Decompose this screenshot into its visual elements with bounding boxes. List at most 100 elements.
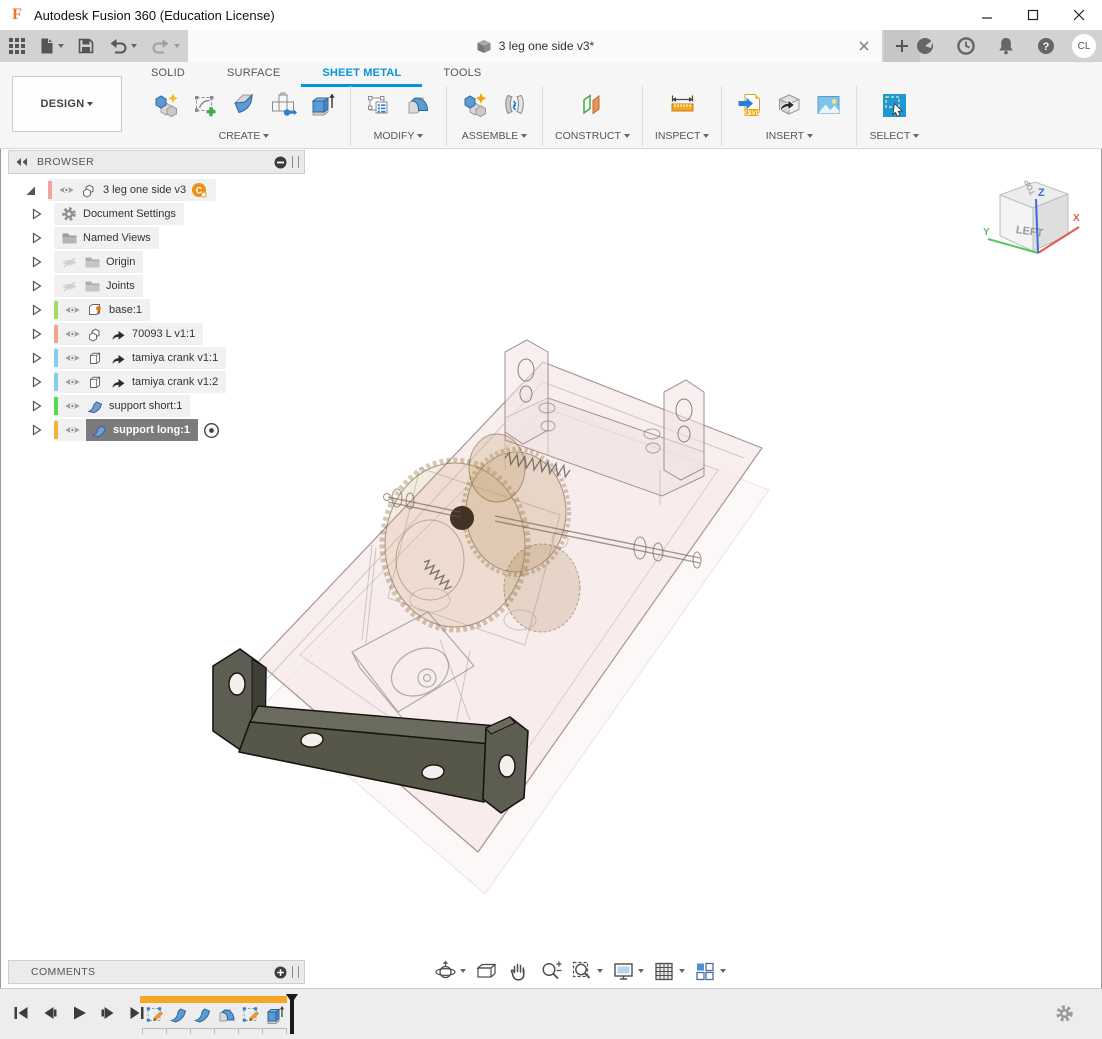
insert-svg-button[interactable]: SVG xyxy=(734,88,766,122)
browser-item-joints[interactable]: Joints xyxy=(28,274,305,298)
expand-arrow-icon[interactable] xyxy=(28,326,44,342)
tab-tools[interactable]: TOOLS xyxy=(422,62,502,84)
timeline-marker-bar[interactable] xyxy=(140,996,287,1003)
expand-arrow-icon[interactable] xyxy=(28,302,44,318)
construction-plane-button[interactable] xyxy=(576,88,608,122)
comments-header[interactable]: COMMENTS xyxy=(8,960,305,984)
fit-button[interactable] xyxy=(569,960,605,983)
timeline-feature-sketch[interactable] xyxy=(144,1004,165,1026)
workspace-selector[interactable]: DESIGN xyxy=(12,76,122,132)
browser-item-named-views[interactable]: Named Views xyxy=(28,226,305,250)
timeline-settings-button[interactable] xyxy=(1055,1004,1074,1023)
modify-group-label[interactable]: MODIFY xyxy=(374,130,424,142)
app-launcher-button[interactable] xyxy=(4,32,30,60)
sheet-metal-rules-button[interactable] xyxy=(363,88,395,122)
expand-arrow-icon[interactable] xyxy=(28,278,44,294)
insert-group-label[interactable]: INSERT xyxy=(766,130,813,142)
orbit-button[interactable] xyxy=(432,960,468,983)
expand-arrow-icon[interactable] xyxy=(28,398,44,414)
flange-button[interactable] xyxy=(228,88,260,122)
add-comment-icon[interactable] xyxy=(274,966,287,979)
grid-settings-button[interactable] xyxy=(651,960,687,983)
browser-item-70093[interactable]: 70093 L v1:1 xyxy=(28,322,305,346)
browser-header[interactable]: BROWSER xyxy=(8,150,305,174)
pan-button[interactable] xyxy=(505,960,532,983)
visibility-eye-icon[interactable] xyxy=(63,326,81,342)
look-at-button[interactable] xyxy=(473,960,500,983)
expand-arrow-icon[interactable] xyxy=(28,350,44,366)
extensions-button[interactable] xyxy=(910,32,940,60)
visibility-eye-icon[interactable] xyxy=(63,302,81,318)
tab-sheet-metal[interactable]: SHEET METAL xyxy=(301,62,422,87)
browser-item-support-short[interactable]: support short:1 xyxy=(28,394,305,418)
bend-button[interactable] xyxy=(402,88,434,122)
browser-item-support-long[interactable]: support long:1 xyxy=(28,418,305,442)
construct-group-label[interactable]: CONSTRUCT xyxy=(555,130,630,142)
expand-arrow-icon[interactable] xyxy=(28,254,44,270)
inspect-group-label[interactable]: INSPECT xyxy=(655,130,710,142)
go-to-start-button[interactable] xyxy=(10,1002,32,1024)
browser-item-tamiya-crank-1[interactable]: tamiya crank v1:1 xyxy=(28,346,305,370)
view-cube[interactable]: LEFT TOP Y X Z xyxy=(980,163,1084,267)
browser-item-document-settings[interactable]: Document Settings xyxy=(28,202,305,226)
assemble-group-label[interactable]: ASSEMBLE xyxy=(462,130,528,142)
new-component-button[interactable] xyxy=(150,88,182,122)
collapse-arrow-icon[interactable] xyxy=(22,182,38,198)
visibility-eye-off-icon[interactable] xyxy=(60,278,78,294)
document-tab-close-button[interactable] xyxy=(856,38,872,54)
timeline-playhead[interactable] xyxy=(285,994,299,1036)
joint-button[interactable] xyxy=(498,88,530,122)
select-button[interactable] xyxy=(878,88,910,122)
expand-arrow-icon[interactable] xyxy=(28,206,44,222)
browser-item-tamiya-crank-2[interactable]: tamiya crank v1:2 xyxy=(28,370,305,394)
flat-pattern-button[interactable] xyxy=(267,88,299,122)
timeline-feature-bend[interactable] xyxy=(216,1004,237,1026)
measure-button[interactable] xyxy=(666,88,698,122)
undo-button[interactable] xyxy=(103,32,142,60)
panel-grip[interactable] xyxy=(292,966,299,978)
tab-solid[interactable]: SOLID xyxy=(130,62,206,84)
help-button[interactable]: ? xyxy=(1031,32,1061,60)
expand-arrow-icon[interactable] xyxy=(28,230,44,246)
extrude-button[interactable] xyxy=(306,88,338,122)
panel-grip[interactable] xyxy=(292,156,299,168)
panel-display-toggle-icon[interactable] xyxy=(274,156,287,169)
browser-item-base[interactable]: base:1 xyxy=(28,298,305,322)
select-group-label[interactable]: SELECT xyxy=(869,130,919,142)
create-sketch-button[interactable] xyxy=(189,88,221,122)
browser-item-origin[interactable]: Origin xyxy=(28,250,305,274)
tab-surface[interactable]: SURFACE xyxy=(206,62,301,84)
visibility-eye-icon[interactable] xyxy=(63,398,81,414)
viewports-button[interactable] xyxy=(692,960,728,983)
display-settings-button[interactable] xyxy=(610,960,646,983)
timeline-feature-flange[interactable] xyxy=(168,1004,189,1026)
step-forward-button[interactable] xyxy=(97,1002,119,1024)
redo-button[interactable] xyxy=(146,32,185,60)
zoom-button[interactable] xyxy=(537,960,564,983)
timeline-track[interactable] xyxy=(140,996,300,1036)
collapse-panel-icon[interactable] xyxy=(15,157,29,167)
expand-arrow-icon[interactable] xyxy=(28,422,44,438)
derive-button[interactable] xyxy=(773,88,805,122)
step-back-button[interactable] xyxy=(39,1002,61,1024)
browser-item-root[interactable]: 3 leg one side v3 C xyxy=(8,178,305,202)
timeline-feature-extrude[interactable] xyxy=(264,1004,285,1026)
file-menu-button[interactable] xyxy=(34,32,69,60)
profile-avatar[interactable]: CL xyxy=(1072,34,1096,58)
visibility-eye-icon[interactable] xyxy=(57,182,75,198)
document-tab[interactable]: 3 leg one side v3* xyxy=(188,30,882,62)
save-button[interactable] xyxy=(73,32,99,60)
play-button[interactable] xyxy=(68,1002,90,1024)
job-status-button[interactable] xyxy=(951,32,981,60)
visibility-eye-icon[interactable] xyxy=(63,350,81,366)
close-button[interactable] xyxy=(1056,0,1102,30)
minimize-button[interactable] xyxy=(964,0,1010,30)
visibility-eye-icon[interactable] xyxy=(63,422,81,438)
visibility-eye-icon[interactable] xyxy=(63,374,81,390)
expand-arrow-icon[interactable] xyxy=(28,374,44,390)
canvas-button[interactable] xyxy=(812,88,844,122)
assemble-new-component-button[interactable] xyxy=(459,88,491,122)
maximize-button[interactable] xyxy=(1010,0,1056,30)
activate-component-radio[interactable] xyxy=(202,422,220,438)
timeline-feature-flange[interactable] xyxy=(192,1004,213,1026)
